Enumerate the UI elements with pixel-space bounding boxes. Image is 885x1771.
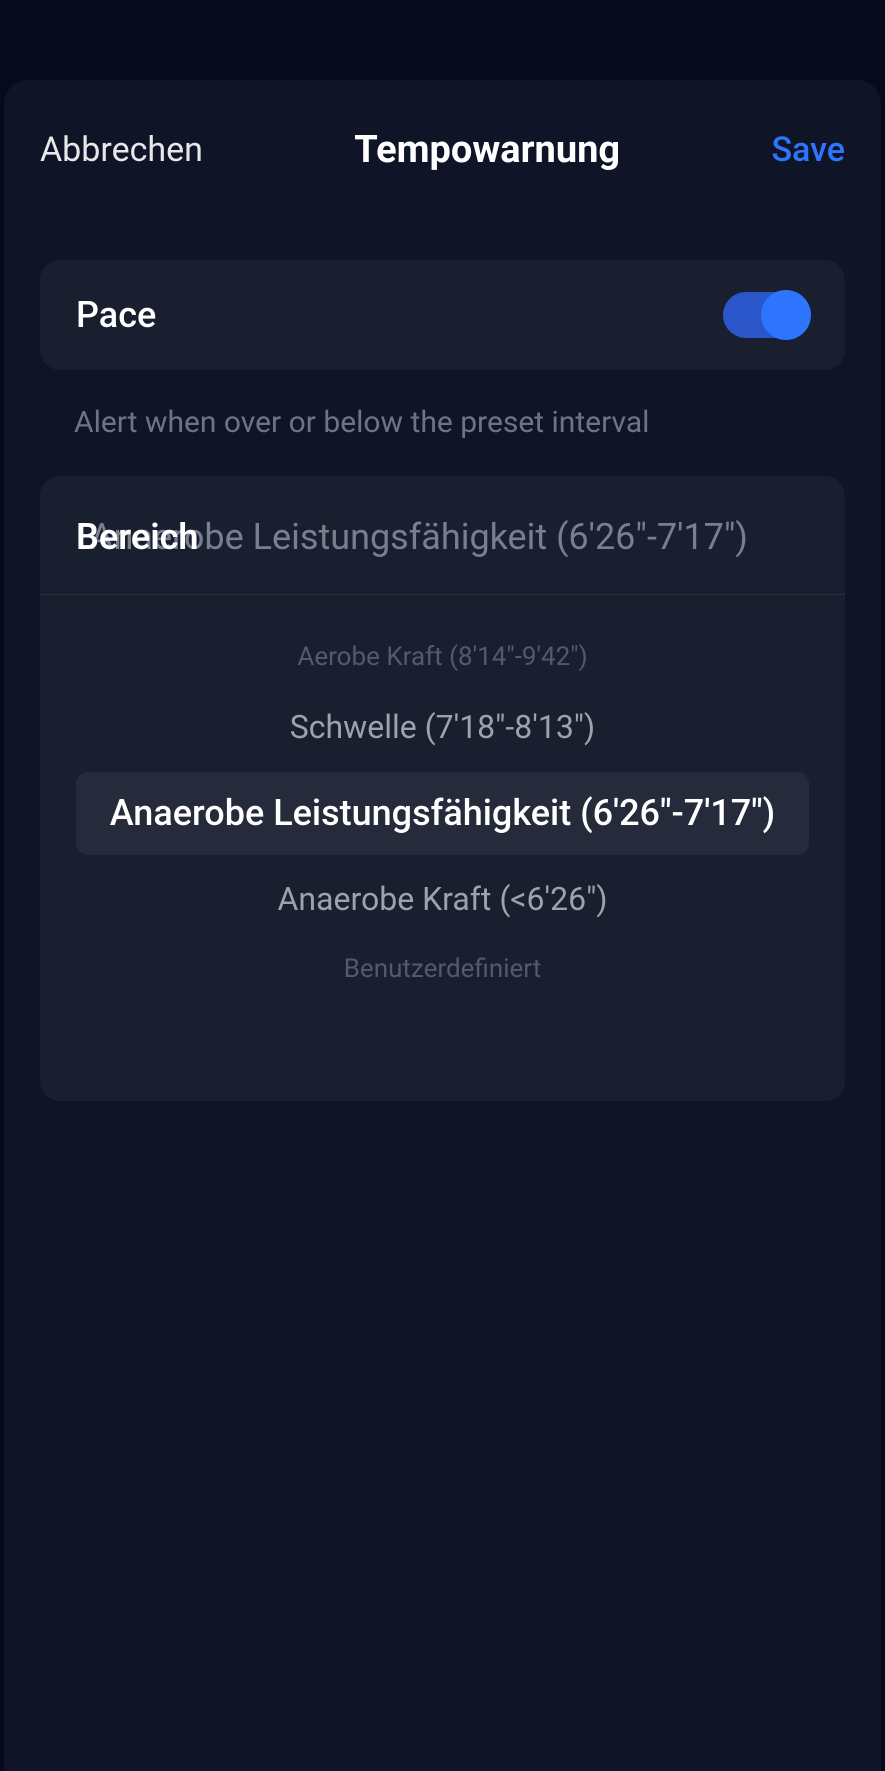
header: Abbrechen Tempowarnung Save <box>4 80 881 220</box>
pace-toggle-row: Pace <box>40 260 845 370</box>
pace-description: Alert when over or below the preset inte… <box>74 402 811 444</box>
range-picker[interactable]: Aerobe Kraft (8'14"-9'42") Schwelle (7'1… <box>40 625 845 1055</box>
cancel-button[interactable]: Abbrechen <box>40 130 203 170</box>
picker-option[interactable]: Benutzerdefiniert <box>40 937 845 1003</box>
toggle-knob <box>761 290 811 340</box>
picker-option[interactable]: Anaerobe Kraft (<6'26") <box>40 863 845 937</box>
page-title: Tempowarnung <box>354 128 620 172</box>
range-card: Anaerobe Leistungsfähigkeit (6'26"-7'17"… <box>40 476 845 1101</box>
pace-toggle[interactable] <box>723 292 809 338</box>
pace-label: Pace <box>76 294 156 336</box>
range-label: Bereich <box>76 516 198 558</box>
picker-option-selected[interactable]: Anaerobe Leistungsfähigkeit (6'26"-7'17"… <box>76 772 809 855</box>
picker-option[interactable]: Aerobe Kraft (8'14"-9'42") <box>40 625 845 691</box>
range-header: Anaerobe Leistungsfähigkeit (6'26"-7'17"… <box>40 476 845 595</box>
picker-option[interactable]: Schwelle (7'18"-8'13") <box>40 691 845 765</box>
save-button[interactable]: Save <box>771 130 845 170</box>
modal-sheet: Abbrechen Tempowarnung Save Pace Alert w… <box>4 80 881 1771</box>
